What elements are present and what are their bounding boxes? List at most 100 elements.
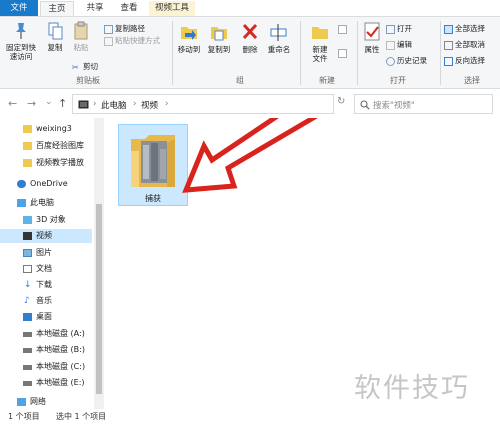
back-button[interactable]: ←: [8, 97, 17, 110]
sidebar-item-onedrive[interactable]: OneDrive: [0, 177, 92, 191]
copy-button[interactable]: 复制: [42, 21, 68, 52]
tab-view[interactable]: 查看: [114, 1, 144, 16]
refresh-button[interactable]: ↻: [337, 96, 345, 107]
sidebar-item-pictures[interactable]: 图片: [0, 246, 92, 260]
move-to-button[interactable]: 移动到: [175, 21, 203, 54]
sidebar-item-3d-objects[interactable]: 3D 对象: [0, 213, 92, 227]
music-icon: ♪: [24, 296, 30, 306]
paste-shortcut-label: 粘贴快捷方式: [115, 36, 160, 45]
address-bar[interactable]: › 此电脑 › 视频 ›: [72, 94, 334, 114]
watermark-text: 软件技巧: [354, 373, 470, 404]
rename-label: 重命名: [267, 45, 291, 54]
sidebar-item-downloads[interactable]: ↓ 下载: [0, 278, 92, 292]
properties-label: 属性: [364, 45, 380, 54]
invert-selection-button[interactable]: 反向选择: [444, 55, 485, 66]
copy-path-icon: [104, 24, 113, 34]
open-button[interactable]: 打开: [386, 23, 412, 34]
invert-selection-label: 反向选择: [455, 56, 485, 65]
sidebar-item-network[interactable]: 网络: [0, 395, 92, 409]
sidebar-item-label: 桌面: [36, 312, 52, 321]
download-icon: ↓: [24, 280, 32, 290]
up-button[interactable]: ↑: [58, 97, 67, 110]
organize-group-label: 组: [236, 76, 244, 85]
delete-label: 删除: [242, 45, 258, 54]
ribbon-separator: [357, 21, 358, 85]
new-item-button[interactable]: [338, 23, 349, 34]
paste-shortcut-icon: [104, 36, 113, 46]
select-all-icon: [444, 24, 453, 34]
sidebar-scrollbar-thumb[interactable]: [96, 204, 102, 394]
breadcrumb-separator: ›: [165, 99, 169, 109]
history-button[interactable]: 历史记录: [386, 55, 427, 66]
cut-label: 剪切: [83, 62, 98, 71]
tab-file[interactable]: 文件: [0, 0, 38, 16]
breadcrumb-video[interactable]: 视频: [141, 99, 158, 111]
folder-icon: [23, 159, 32, 167]
copy-to-icon: [211, 27, 227, 41]
sidebar-item-documents[interactable]: 文档: [0, 262, 92, 276]
sidebar-item-label: 网络: [30, 397, 46, 406]
pin-quick-access-button[interactable]: 固定到快 速访问: [3, 21, 39, 61]
sidebar-item-drive-e[interactable]: 本地磁盘 (E:): [0, 376, 92, 390]
paste-label: 粘贴: [73, 43, 89, 52]
search-box[interactable]: 搜索"视频": [354, 94, 493, 114]
select-none-icon: [444, 40, 453, 50]
copy-path-button[interactable]: 复制路径: [104, 23, 145, 34]
properties-button[interactable]: 属性: [360, 21, 384, 54]
ribbon-separator: [300, 21, 301, 85]
scissors-icon: ✂: [72, 62, 79, 72]
properties-icon: [364, 22, 380, 41]
sidebar-item-drive-a[interactable]: 本地磁盘 (A:): [0, 327, 92, 341]
move-to-icon: [181, 27, 197, 40]
folder-icon: [23, 125, 32, 133]
sidebar-item-label: 图片: [36, 248, 52, 257]
select-none-button[interactable]: 全部取消: [444, 39, 485, 50]
pin-icon: [16, 23, 26, 39]
ribbon-separator: [440, 21, 441, 85]
easy-access-icon: [338, 48, 347, 58]
sidebar-item-music[interactable]: ♪ 音乐: [0, 294, 92, 308]
sidebar-item-drive-b[interactable]: 本地磁盘 (B:): [0, 343, 92, 357]
paste-shortcut-button[interactable]: 粘贴快捷方式: [104, 35, 160, 46]
tab-video-tools[interactable]: 视频工具: [149, 1, 195, 16]
paste-button[interactable]: 粘贴: [70, 21, 92, 52]
easy-access-button[interactable]: [338, 47, 349, 58]
ribbon-separator: [172, 21, 173, 85]
recent-locations-button[interactable]: ⌄: [45, 97, 53, 107]
cut-button[interactable]: ✂ 剪切: [72, 61, 98, 72]
sidebar-item-weixing3[interactable]: weixing3: [0, 122, 92, 136]
drive-icon: [23, 365, 32, 370]
copy-to-button[interactable]: 复制到: [205, 21, 233, 54]
sidebar-item-drive-c[interactable]: 本地磁盘 (C:): [0, 360, 92, 374]
breadcrumb-this-pc[interactable]: 此电脑: [101, 99, 127, 111]
delete-button[interactable]: 删除: [238, 21, 262, 54]
drive-icon: [23, 381, 32, 386]
forward-button[interactable]: →: [27, 97, 36, 110]
new-folder-button[interactable]: 新建 文件: [304, 21, 336, 63]
sidebar-item-videos[interactable]: 视频: [0, 229, 92, 243]
edit-label: 编辑: [397, 40, 412, 49]
sidebar-item-desktop[interactable]: 桌面: [0, 310, 92, 324]
sidebar-item-this-pc[interactable]: 此电脑: [0, 196, 92, 210]
history-icon: [386, 56, 395, 66]
open-icon: [386, 24, 395, 34]
rename-icon: [270, 24, 287, 41]
breadcrumb-separator: ›: [93, 99, 97, 109]
drive-icon: [23, 332, 32, 337]
sidebar-item-label: 百度经验图库: [36, 141, 84, 150]
history-label: 历史记录: [397, 56, 427, 65]
new-item-icon: [338, 24, 347, 34]
address-row: ← → ⌄ ↑ › 此电脑 › 视频 › ↻ 搜索"视频": [0, 90, 500, 118]
new-group-label: 新建: [319, 76, 335, 85]
edit-button[interactable]: 编辑: [386, 39, 412, 50]
open-label: 打开: [397, 24, 412, 33]
select-all-button[interactable]: 全部选择: [444, 23, 485, 34]
navigation-pane: weixing3 百度经验图库 视频教学播放 OneDrive 此电脑 3D 对…: [0, 118, 106, 409]
sidebar-item-label: 3D 对象: [36, 215, 66, 224]
sidebar-item-baidu-gallery[interactable]: 百度经验图库: [0, 139, 92, 153]
tab-home[interactable]: 主页: [40, 1, 74, 16]
sidebar-item-video-teaching[interactable]: 视频教学播放: [0, 156, 92, 170]
cloud-icon: [17, 180, 26, 188]
tab-share[interactable]: 共享: [80, 1, 110, 16]
rename-button[interactable]: 重命名: [265, 21, 293, 54]
